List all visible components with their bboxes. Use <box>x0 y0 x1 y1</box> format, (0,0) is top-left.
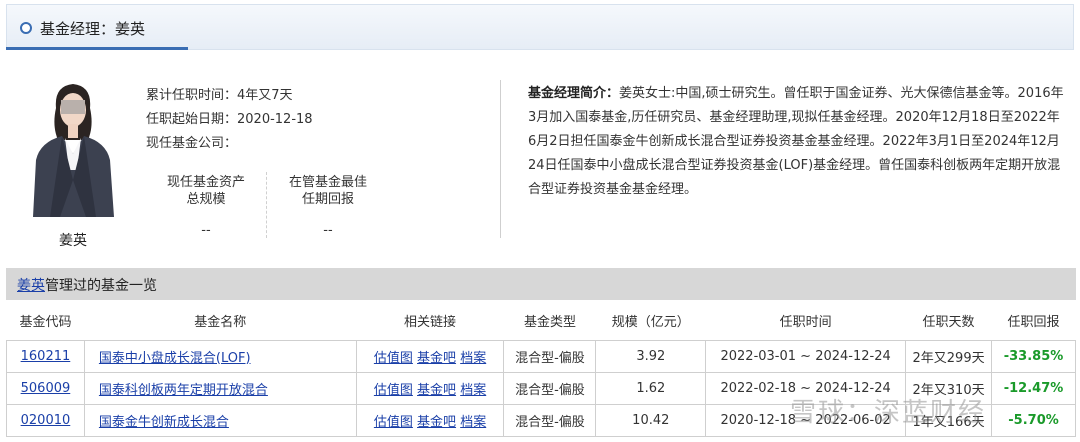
fund-name-link[interactable]: 国泰金牛创新成长混合 <box>99 415 229 430</box>
total-assets-label-2: 总规模 <box>186 192 226 207</box>
info-divider <box>500 80 501 238</box>
fund-profile-link[interactable]: 档案 <box>460 351 486 366</box>
watermark: 雪球：深蓝财经 <box>790 398 987 428</box>
col-name: 基金名称 <box>194 315 247 331</box>
company-row: 现任基金公司： <box>146 132 237 151</box>
bio-text: 姜英女士:中国,硕士研究生。曾任职于国金证券、光大保德信基金等。2016年3月加… <box>528 86 1064 197</box>
fund-name-link[interactable]: 国泰中小盘成长混合(LOF) <box>99 351 251 366</box>
section-title: 基金经理：姜英 <box>40 20 146 38</box>
best-return-stat: 在管基金最佳 任期回报 -- <box>282 174 374 239</box>
manager-name-link[interactable]: 姜英 <box>17 278 45 294</box>
bio-label: 基金经理简介： <box>528 86 620 101</box>
fund-list-title-suffix: 管理过的基金一览 <box>45 278 157 294</box>
col-days: 任职天数 <box>922 315 975 331</box>
total-assets-label-1: 现任基金资产 <box>166 175 245 190</box>
best-return-label-1: 在管基金最佳 <box>288 175 367 190</box>
company-label: 现任基金公司： <box>146 136 238 151</box>
fund-code-link[interactable]: 020010 <box>21 413 71 428</box>
col-return: 任职回报 <box>1007 315 1060 331</box>
col-type: 基金类型 <box>523 315 576 331</box>
circle-icon <box>20 22 32 34</box>
fund-list-header: 姜英管理过的基金一览 <box>6 268 1076 300</box>
fund-type: 混合型-偏股 <box>503 339 597 373</box>
fund-forum-link[interactable]: 基金吧 <box>417 383 456 398</box>
fund-code-link[interactable]: 160211 <box>21 349 71 364</box>
col-code: 基金代码 <box>19 315 72 331</box>
col-period: 任职时间 <box>779 315 832 331</box>
manager-name: 姜英 <box>59 233 87 249</box>
tenure-row: 累计任职时间：4年又7天 <box>146 84 293 103</box>
total-assets-value: -- <box>201 223 211 238</box>
fund-profile-link[interactable]: 档案 <box>460 415 486 430</box>
manager-bio: 基金经理简介：姜英女士:中国,硕士研究生。曾任职于国金证券、光大保德信基金等。2… <box>528 82 1068 202</box>
fund-scale: 3.92 <box>595 339 707 373</box>
col-scale: 规模（亿元） <box>611 315 690 331</box>
header-accent-bar <box>6 47 188 50</box>
valuation-chart-link[interactable]: 估值图 <box>374 351 413 366</box>
tenure-days: 2年又299天 <box>905 339 993 373</box>
tenure-label: 累计任职时间： <box>146 88 238 103</box>
valuation-chart-link[interactable]: 估值图 <box>374 383 413 398</box>
table-header-row: 基金代码 基金名称 相关链接 基金类型 规模（亿元） 任职时间 任职天数 任职回… <box>7 302 1076 340</box>
fund-list-title: 姜英管理过的基金一览 <box>17 275 157 295</box>
col-links: 相关链接 <box>404 315 457 331</box>
total-assets-stat: 现任基金资产 总规模 -- <box>160 174 252 239</box>
best-return-value: -- <box>323 223 333 238</box>
tenure-return: -5.70% <box>991 403 1076 437</box>
fund-type: 混合型-偏股 <box>503 403 597 437</box>
start-date-label: 任职起始日期： <box>146 112 238 127</box>
table-row: 160211 国泰中小盘成长混合(LOF) 估值图 基金吧 档案 混合型-偏股 … <box>6 339 1076 373</box>
fund-profile-link[interactable]: 档案 <box>460 383 486 398</box>
fund-forum-link[interactable]: 基金吧 <box>417 415 456 430</box>
valuation-chart-link[interactable]: 估值图 <box>374 415 413 430</box>
fund-type: 混合型-偏股 <box>503 371 597 405</box>
fund-scale: 1.62 <box>595 371 707 405</box>
section-header: 基金经理：姜英 <box>6 4 1074 50</box>
start-date-row: 任职起始日期：2020-12-18 <box>146 108 313 127</box>
start-date-value: 2020-12-18 <box>237 112 313 127</box>
tenure-value: 4年又7天 <box>237 88 293 103</box>
stat-divider <box>266 172 267 238</box>
manager-photo <box>28 80 118 217</box>
fund-code-link[interactable]: 506009 <box>21 381 71 396</box>
fund-name-link[interactable]: 国泰科创板两年定期开放混合 <box>99 383 268 398</box>
tenure-return: -33.85% <box>991 339 1076 373</box>
fund-forum-link[interactable]: 基金吧 <box>417 351 456 366</box>
tenure-return: -12.47% <box>991 371 1076 405</box>
best-return-label-2: 任期回报 <box>301 192 354 207</box>
fund-scale: 10.42 <box>595 403 707 437</box>
tenure-period: 2022-03-01 ~ 2024-12-24 <box>705 339 907 373</box>
